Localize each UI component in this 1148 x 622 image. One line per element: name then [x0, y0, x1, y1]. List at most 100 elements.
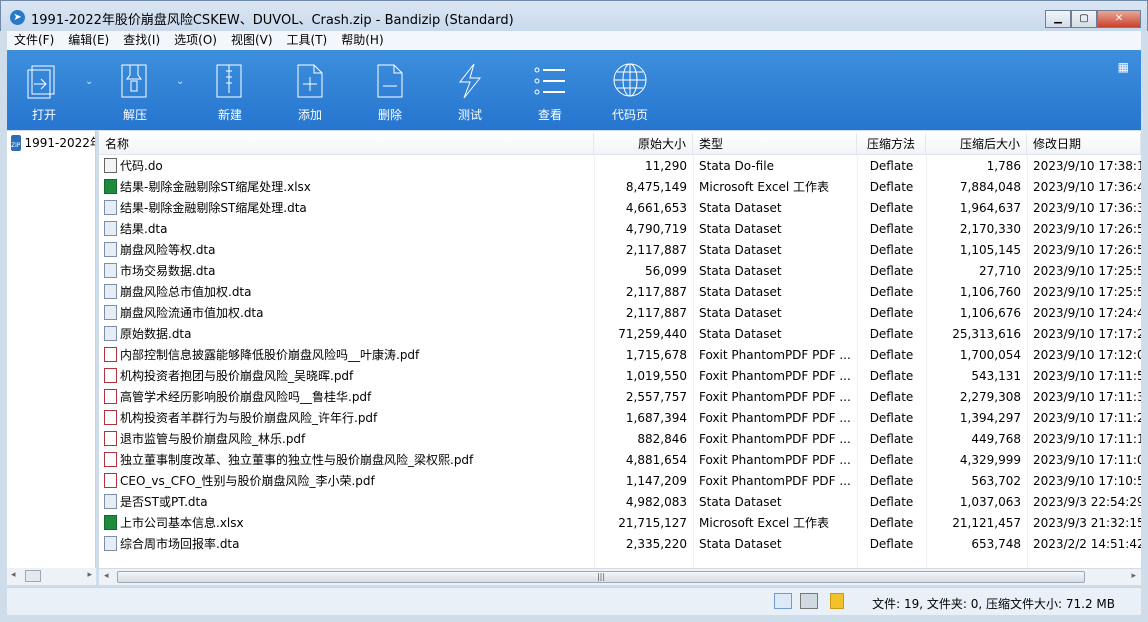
extract-dropdown-icon[interactable]: ⌄ — [176, 76, 184, 87]
menu-item-6[interactable]: 帮助(H) — [334, 31, 390, 50]
maximize-button[interactable]: ▢ — [1071, 10, 1097, 28]
tree-item-archive-root[interactable]: ZIP 1991-2022年股价崩盘风险CSKEW、DUVOL、Crash.zi… — [11, 134, 95, 151]
cell-name: 市场交易数据.dta — [99, 261, 594, 282]
cell-compressed-size: 27,710 — [979, 264, 1021, 278]
file-name: 内部控制信息披露能够降低股价崩盘风险吗__叶康涛.pdf — [120, 348, 420, 362]
toolbar-label: 删除 — [377, 108, 402, 122]
file-row[interactable]: 崩盘风险总市值加权.dta 2,117,887 Stata Dataset Defla… — [99, 282, 1141, 303]
toolbar-label: 打开 — [31, 108, 56, 122]
file-row[interactable]: 代码.do 11,290 Stata Do-file Deflate 1,786 2023… — [99, 156, 1141, 177]
file-row[interactable]: 退市监管与股价崩盘风险_林乐.pdf 882,846 Foxit PhantomPD… — [99, 429, 1141, 450]
pdf-file-icon — [104, 452, 117, 467]
column-header-type[interactable]: 类型 — [693, 133, 857, 154]
cell-date: 2023/9/10 17:11:28 — [1033, 411, 1141, 425]
column-header-size[interactable]: 原始大小 — [594, 133, 693, 154]
file-name: 机构投资者抱团与股价崩盘风险_吴晓晖.pdf — [120, 369, 354, 383]
toolbar-test-button[interactable]: 测试 — [440, 62, 500, 123]
cell-name: 机构投资者羊群行为与股价崩盘风险_许年行.pdf — [99, 408, 594, 429]
file-name: 结果-剔除金融剔除ST缩尾处理.xlsx — [120, 180, 311, 194]
toolbar-codepage-button[interactable]: 代码页 — [600, 62, 660, 123]
file-row[interactable]: 原始数据.dta 71,259,440 Stata Dataset Deflate 25… — [99, 324, 1141, 345]
cell-compressed-size: 1,964,637 — [959, 201, 1021, 215]
menu-bar: 文件(F) 编辑(E) 查找(I) 选项(O) 视图(V) 工具(T) 帮助(H) — [7, 31, 1141, 50]
file-row[interactable]: 内部控制信息披露能够降低股价崩盘风险吗__叶康涛.pdf 1,715,678 Fox… — [99, 345, 1141, 366]
menu-item-2[interactable]: 查找(I) — [116, 31, 167, 50]
toolbar-extract-button[interactable]: 解压 — [105, 62, 165, 123]
column-header-name[interactable]: 名称 — [99, 133, 594, 154]
cell-method: Deflate — [869, 285, 914, 299]
scroll-right-icon[interactable]: ▸ — [1131, 571, 1136, 581]
toolbar-add-button[interactable]: 添加 — [280, 62, 340, 123]
cell-date: 2023/9/10 17:11:13 — [1033, 432, 1141, 446]
pdf-file-icon — [104, 410, 117, 425]
cell-compressed-size: 2,279,308 — [959, 390, 1021, 404]
cell-name: 崩盘风险等权.dta — [99, 240, 594, 261]
cell-compressed-size: 4,329,999 — [959, 453, 1021, 467]
file-row[interactable]: CEO_vs_CFO_性别与股价崩盘风险_李小荣.pdf 1,147,209 Fox… — [99, 471, 1141, 492]
cell-compressed-size: 2,170,330 — [959, 222, 1021, 236]
file-row[interactable]: 机构投资者抱团与股价崩盘风险_吴晓晖.pdf 1,019,550 Foxit Pha… — [99, 366, 1141, 387]
menu-item-4[interactable]: 视图(V) — [224, 31, 280, 50]
cell-type: Foxit PhantomPDF PDF ... — [699, 432, 851, 446]
file-row[interactable]: 结果.dta 4,790,719 Stata Dataset Deflate 2,170… — [99, 219, 1141, 240]
file-row[interactable]: 综合周市场回报率.dta 2,335,220 Stata Dataset Deflat… — [99, 534, 1141, 555]
layout-grid-icon[interactable]: ▦ — [1118, 60, 1129, 74]
xls-file-icon — [104, 179, 117, 194]
cell-size: 11,290 — [645, 159, 687, 173]
open-dropdown-icon[interactable]: ⌄ — [85, 76, 93, 87]
file-row[interactable]: 市场交易数据.dta 56,099 Stata Dataset Deflate 27,7… — [99, 261, 1141, 282]
archive-folder-icon[interactable] — [830, 593, 844, 609]
file-row[interactable]: 是否ST或PT.dta 4,982,083 Stata Dataset Deflate… — [99, 492, 1141, 513]
file-row[interactable]: 机构投资者羊群行为与股价崩盘风险_许年行.pdf 1,687,394 Foxit P… — [99, 408, 1141, 429]
cell-date: 2023/9/10 17:11:09 — [1033, 453, 1141, 467]
scrollbar-thumb[interactable]: ||| — [117, 571, 1085, 583]
toolbar-new-button[interactable]: 新建 — [200, 62, 260, 123]
toolbar-label: 测试 — [457, 108, 482, 122]
cell-type: Foxit PhantomPDF PDF ... — [699, 411, 851, 425]
scroll-left-icon[interactable]: ◂ — [104, 571, 109, 581]
cell-size: 2,117,887 — [625, 243, 687, 257]
file-row[interactable]: 结果-剔除金融剔除ST缩尾处理.dta 4,661,653 Stata Datase… — [99, 198, 1141, 219]
cell-size: 56,099 — [645, 264, 687, 278]
new-archive-icon — [216, 64, 242, 98]
preview-view-icon[interactable] — [800, 593, 818, 609]
minimize-button[interactable]: ▁ — [1045, 10, 1071, 28]
file-row[interactable]: 独立董事制度改革、独立董事的独立性与股价崩盘风险_梁权熙.pdf 4,881,65… — [99, 450, 1141, 471]
menu-item-0[interactable]: 文件(F) — [7, 31, 61, 50]
file-row[interactable]: 结果-剔除金融剔除ST缩尾处理.xlsx 8,475,149 Microsoft E… — [99, 177, 1141, 198]
file-row[interactable]: 崩盘风险等权.dta 2,117,887 Stata Dataset Deflate 1… — [99, 240, 1141, 261]
extract-icon — [121, 64, 147, 98]
file-list-horizontal-scrollbar[interactable]: ◂ ||| ▸ — [99, 568, 1141, 585]
cell-compressed-size: 21,121,457 — [952, 516, 1021, 530]
file-row[interactable]: 崩盘风险流通市值加权.dta 2,117,887 Stata Dataset Defl… — [99, 303, 1141, 324]
cell-type: Stata Dataset — [699, 264, 782, 278]
tree-scrollbar[interactable]: ◂ ▸ — [7, 568, 96, 585]
cell-method: Deflate — [869, 390, 914, 404]
file-row[interactable]: 上市公司基本信息.xlsx 21,715,127 Microsoft Excel 工… — [99, 513, 1141, 534]
bandizip-logo-icon: ➤ — [10, 10, 25, 25]
column-header-date[interactable]: 修改日期 — [1027, 133, 1141, 154]
toolbar-open-button[interactable]: 打开 — [14, 62, 74, 123]
column-header-compressed-size[interactable]: 压缩后大小 — [926, 133, 1027, 154]
cell-type: Stata Dataset — [699, 537, 782, 551]
cell-type: Microsoft Excel 工作表 — [699, 180, 830, 194]
cell-method: Deflate — [869, 516, 914, 530]
cell-date: 2023/9/3 22:54:29 — [1033, 495, 1141, 509]
cell-size: 71,259,440 — [618, 327, 687, 341]
toolbar-delete-button[interactable]: 删除 — [360, 62, 420, 123]
close-button[interactable]: ✕ — [1097, 10, 1141, 28]
toolbar-view-button[interactable]: 查看 — [520, 62, 580, 123]
details-view-icon[interactable] — [774, 593, 792, 609]
cell-method: Deflate — [869, 432, 914, 446]
menu-item-3[interactable]: 选项(O) — [167, 31, 224, 50]
menu-item-5[interactable]: 工具(T) — [280, 31, 335, 50]
cell-method: Deflate — [869, 243, 914, 257]
cell-name: 退市监管与股价崩盘风险_林乐.pdf — [99, 429, 594, 450]
menu-item-1[interactable]: 编辑(E) — [61, 31, 116, 50]
toolbar-label: 查看 — [537, 108, 562, 122]
cell-name: 崩盘风险总市值加权.dta — [99, 282, 594, 303]
column-header-method[interactable]: 压缩方法 — [857, 133, 926, 154]
file-row[interactable]: 高管学术经历影响股价崩盘风险吗__鲁桂华.pdf 2,557,757 Foxit P… — [99, 387, 1141, 408]
cell-method: Deflate — [869, 201, 914, 215]
file-name: 结果-剔除金融剔除ST缩尾处理.dta — [120, 201, 307, 215]
